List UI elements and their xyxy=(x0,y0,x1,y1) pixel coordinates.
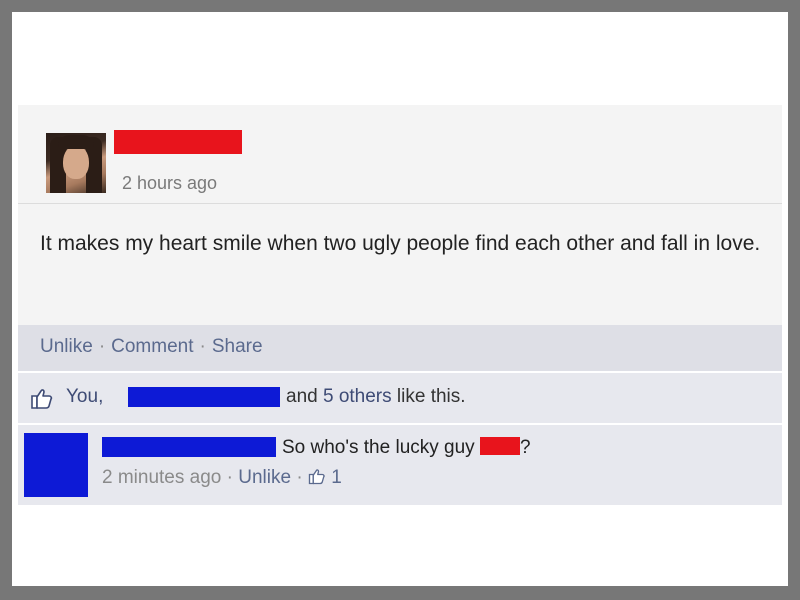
comment-link[interactable]: Comment xyxy=(111,336,193,357)
likes-summary: and 5 others like this. xyxy=(286,386,466,408)
share-link[interactable]: Share xyxy=(212,336,263,357)
likes-prefix: and xyxy=(286,386,318,407)
meta-separator: · xyxy=(226,467,239,488)
others-link[interactable]: 5 others xyxy=(323,386,392,407)
post-actions: Unlike · Comment · Share xyxy=(40,336,263,358)
thumbs-up-icon xyxy=(31,389,53,409)
avatar-hair-top xyxy=(58,135,94,149)
comment-meta: 2 minutes ago · Unlike · 1 xyxy=(102,467,342,489)
likes-you-link[interactable]: You, xyxy=(66,386,103,408)
post-text: It makes my heart smile when two ugly pe… xyxy=(40,232,761,255)
thumbs-up-icon[interactable] xyxy=(308,467,326,485)
commenter-avatar-redaction[interactable] xyxy=(24,433,88,497)
comment-text-after: ? xyxy=(519,437,531,458)
status-post: 2 hours ago It makes my heart smile when… xyxy=(18,105,782,325)
comment-unlike-link[interactable]: Unlike xyxy=(238,467,291,488)
comment-inline-redaction xyxy=(479,437,520,455)
screenshot-frame: 2 hours ago It makes my heart smile when… xyxy=(12,12,788,586)
comment: So who's the lucky guy ? 2 minutes ago ·… xyxy=(18,425,782,505)
post-actions-bar: Unlike · Comment · Share xyxy=(18,325,782,371)
action-separator: · xyxy=(98,336,106,357)
post-timestamp[interactable]: 2 hours ago xyxy=(122,173,217,194)
comment-text: So who's the lucky guy ? xyxy=(282,437,531,459)
unlike-link[interactable]: Unlike xyxy=(40,336,93,357)
author-avatar[interactable] xyxy=(46,133,106,193)
action-separator: · xyxy=(199,336,206,357)
comment-timestamp[interactable]: 2 minutes ago xyxy=(102,467,221,488)
liker-name-redaction[interactable] xyxy=(128,387,280,407)
comment-like-count[interactable]: 1 xyxy=(331,467,342,488)
author-name-redaction[interactable] xyxy=(114,130,242,154)
likes-row: You, and 5 others like this. xyxy=(18,373,782,423)
meta-separator: · xyxy=(296,467,308,488)
comment-text-before: So who's the lucky guy xyxy=(282,437,475,458)
likes-suffix: like this. xyxy=(396,386,466,407)
commenter-name-redaction[interactable] xyxy=(102,437,276,457)
avatar-face xyxy=(63,145,89,179)
post-divider xyxy=(18,203,782,204)
